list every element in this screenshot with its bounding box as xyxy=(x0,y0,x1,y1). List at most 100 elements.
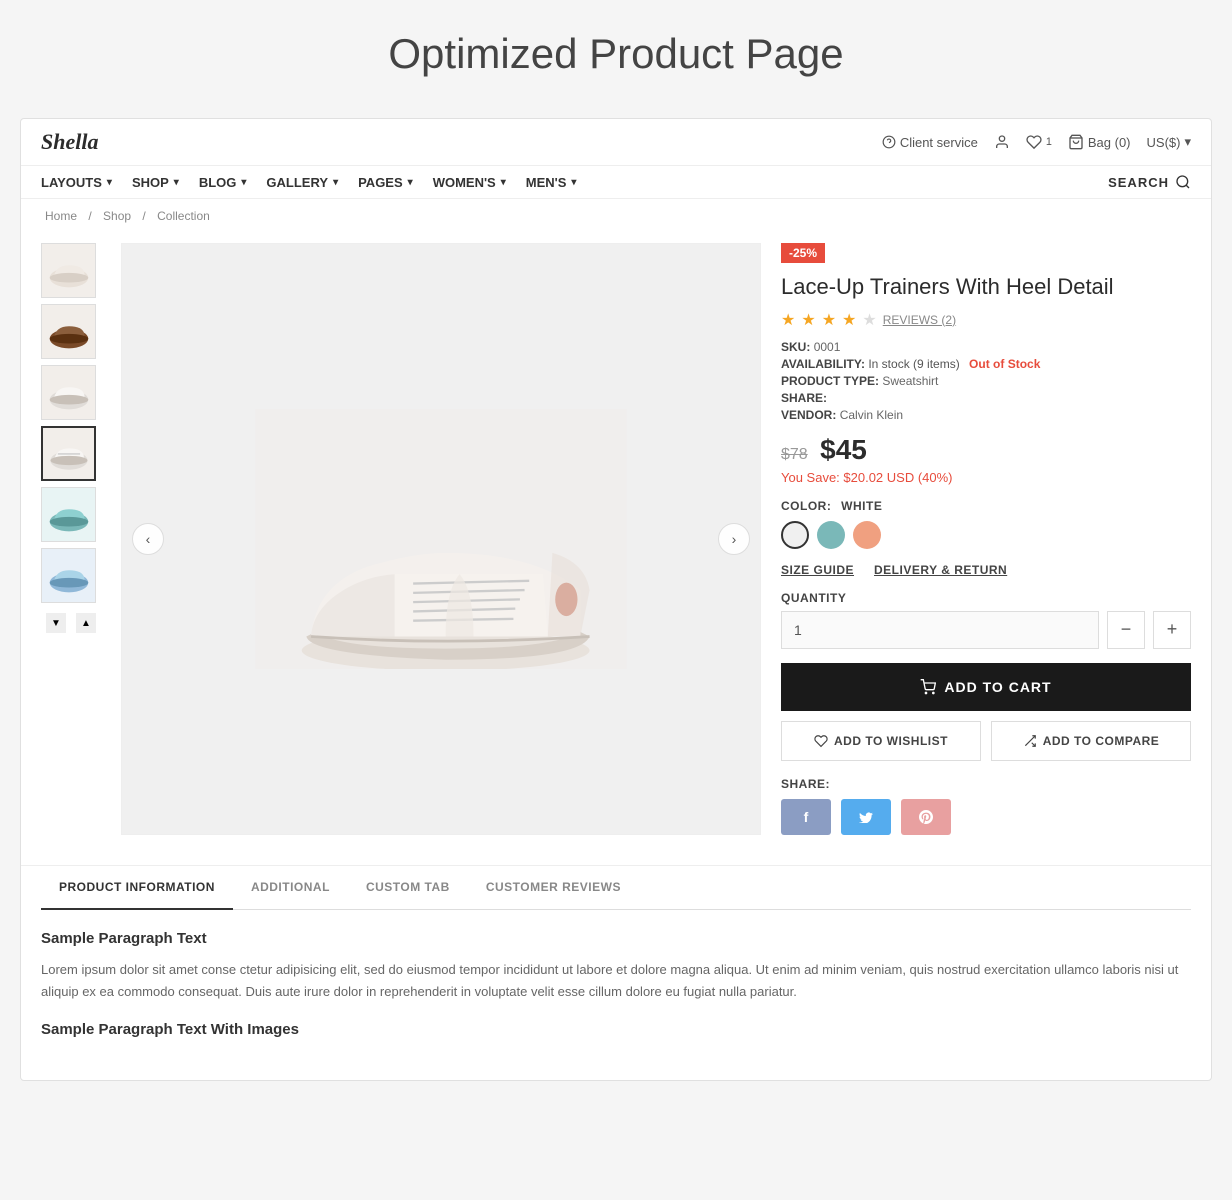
next-image-btn[interactable]: › xyxy=(718,523,750,555)
swatch-peach[interactable] xyxy=(853,521,881,549)
swatch-white[interactable] xyxy=(781,521,809,549)
size-guide-link[interactable]: SIZE GUIDE xyxy=(781,563,854,577)
tab-additional[interactable]: ADDITIONAL xyxy=(233,866,348,910)
chevron-down-icon: ▾ xyxy=(501,177,506,188)
pinterest-share-btn[interactable] xyxy=(901,799,951,835)
compare-icon xyxy=(1023,734,1037,748)
sale-price: $45 xyxy=(820,434,867,465)
chevron-down-icon: ▾ xyxy=(174,177,179,188)
add-to-wishlist-button[interactable]: ADD TO WISHLIST xyxy=(781,721,981,761)
thumbnail-3[interactable] xyxy=(41,365,96,420)
breadcrumb-collection[interactable]: Collection xyxy=(157,209,210,223)
star-2: ★ xyxy=(801,310,815,330)
cart-icon xyxy=(920,679,936,695)
sku-row: SKU: 0001 xyxy=(781,340,1191,354)
product-name: Lace-Up Trainers With Heel Detail xyxy=(781,273,1191,302)
vendor-row: VENDOR: Calvin Klein xyxy=(781,408,1191,422)
wishlist-btn[interactable]: 1 xyxy=(1026,134,1052,150)
breadcrumb-shop[interactable]: Shop xyxy=(103,209,131,223)
original-price: $78 xyxy=(781,446,808,463)
quantity-increment-btn[interactable]: + xyxy=(1153,611,1191,649)
quantity-label: QUANTITY xyxy=(781,591,1191,605)
thumb-shoe-svg-1 xyxy=(42,243,95,298)
tabs-section: PRODUCT INFORMATION ADDITIONAL CUSTOM TA… xyxy=(21,865,1211,1080)
search-icon xyxy=(1175,174,1191,190)
nav-shop[interactable]: SHOP▾ xyxy=(132,175,179,190)
thumb-shoe-svg-6 xyxy=(42,548,95,603)
breadcrumb: Home / Shop / Collection xyxy=(21,199,1211,233)
currency-selector[interactable]: US($) ▾ xyxy=(1147,134,1191,150)
thumbnail-5[interactable] xyxy=(41,487,96,542)
thumb-shoe-svg-3 xyxy=(42,365,95,420)
product-section: ▼ ▲ ‹ xyxy=(21,233,1211,865)
quantity-section: QUANTITY − + xyxy=(781,591,1191,649)
tab-custom[interactable]: CUSTOM TAB xyxy=(348,866,468,910)
chevron-down-icon: ▾ xyxy=(571,177,576,188)
swatch-teal[interactable] xyxy=(817,521,845,549)
thumbnail-2[interactable] xyxy=(41,304,96,359)
product-info: -25% Lace-Up Trainers With Heel Detail ★… xyxy=(781,243,1191,835)
store-frame: Shella Client service 1 Bag (0) xyxy=(20,118,1212,1081)
add-to-cart-button[interactable]: ADD TO CART xyxy=(781,663,1191,711)
twitter-icon xyxy=(859,811,873,823)
reviews-link[interactable]: REVIEWS (2) xyxy=(883,313,956,327)
tab-reviews[interactable]: CUSTOMER REVIEWS xyxy=(468,866,639,910)
nav-layouts[interactable]: LAYOUTS▾ xyxy=(41,175,112,190)
pinterest-icon xyxy=(919,810,933,824)
quantity-input[interactable] xyxy=(781,611,1099,649)
product-type-row: PRODUCT TYPE: Sweatshirt xyxy=(781,374,1191,388)
star-5: ★ xyxy=(862,310,876,330)
user-icon xyxy=(994,134,1010,150)
search-btn[interactable]: SEARCH xyxy=(1108,174,1191,190)
product-meta: SKU: 0001 AVAILABILITY: In stock (9 item… xyxy=(781,340,1191,422)
nav-mens[interactable]: MEN'S▾ xyxy=(526,175,577,190)
share-row: SHARE: xyxy=(781,391,1191,405)
nav-pages[interactable]: PAGES▾ xyxy=(358,175,413,190)
help-icon xyxy=(882,135,896,149)
main-product-image xyxy=(251,409,631,669)
thumb-shoe-svg-2 xyxy=(42,304,95,359)
chevron-down-icon: ▾ xyxy=(408,177,413,188)
tab-paragraph-1: Lorem ipsum dolor sit amet conse ctetur … xyxy=(41,959,1191,1003)
facebook-share-btn[interactable]: f xyxy=(781,799,831,835)
main-nav: LAYOUTS▾ SHOP▾ BLOG▾ GALLERY▾ PAGES▾ WOM… xyxy=(21,166,1211,199)
price-section: $78 $45 You Save: $20.02 USD (40%) xyxy=(781,434,1191,485)
thumb-shoe-svg-5 xyxy=(42,487,95,542)
thumbnail-4[interactable] xyxy=(41,426,96,481)
nav-gallery[interactable]: GALLERY▾ xyxy=(266,175,338,190)
thumbs-prev-btn[interactable]: ▼ xyxy=(46,613,66,633)
rating-row: ★ ★ ★ ★ ★ REVIEWS (2) xyxy=(781,310,1191,330)
twitter-share-btn[interactable] xyxy=(841,799,891,835)
page-title: Optimized Product Page xyxy=(20,30,1212,78)
header-right: Client service 1 Bag (0) US($) ▾ xyxy=(882,134,1191,150)
chevron-down-icon: ▾ xyxy=(241,177,246,188)
account-icon-btn[interactable] xyxy=(994,134,1010,150)
delivery-return-link[interactable]: DELIVERY & RETURN xyxy=(874,563,1007,577)
heart-icon xyxy=(1026,134,1042,150)
color-label: COLOR: WHITE xyxy=(781,499,1191,513)
logo[interactable]: Shella xyxy=(41,129,98,155)
prev-image-btn[interactable]: ‹ xyxy=(132,523,164,555)
header-top: Shella Client service 1 Bag (0) xyxy=(21,119,1211,166)
bag-btn[interactable]: Bag (0) xyxy=(1068,134,1131,150)
client-service[interactable]: Client service xyxy=(882,135,978,150)
color-swatches xyxy=(781,521,1191,549)
thumbnail-1[interactable] xyxy=(41,243,96,298)
add-to-compare-button[interactable]: ADD TO COMPARE xyxy=(991,721,1191,761)
tab-product-information[interactable]: PRODUCT INFORMATION xyxy=(41,866,233,910)
chevron-down-icon: ▾ xyxy=(333,177,338,188)
tab-content-area: Sample Paragraph Text Lorem ipsum dolor … xyxy=(41,910,1191,1080)
thumbs-navigation: ▼ ▲ xyxy=(41,613,101,633)
thumbs-next-btn[interactable]: ▲ xyxy=(76,613,96,633)
thumbnail-6[interactable] xyxy=(41,548,96,603)
tab-heading-2: Sample Paragraph Text With Images xyxy=(41,1021,1191,1038)
savings-text: You Save: $20.02 USD (40%) xyxy=(781,470,1191,485)
star-1: ★ xyxy=(781,310,795,330)
tabs-row: PRODUCT INFORMATION ADDITIONAL CUSTOM TA… xyxy=(41,866,1191,910)
quantity-decrement-btn[interactable]: − xyxy=(1107,611,1145,649)
social-buttons: f xyxy=(781,799,1191,835)
nav-womens[interactable]: WOMEN'S▾ xyxy=(433,175,506,190)
nav-blog[interactable]: BLOG▾ xyxy=(199,175,247,190)
tab-heading-1: Sample Paragraph Text xyxy=(41,930,1191,947)
breadcrumb-home[interactable]: Home xyxy=(45,209,77,223)
